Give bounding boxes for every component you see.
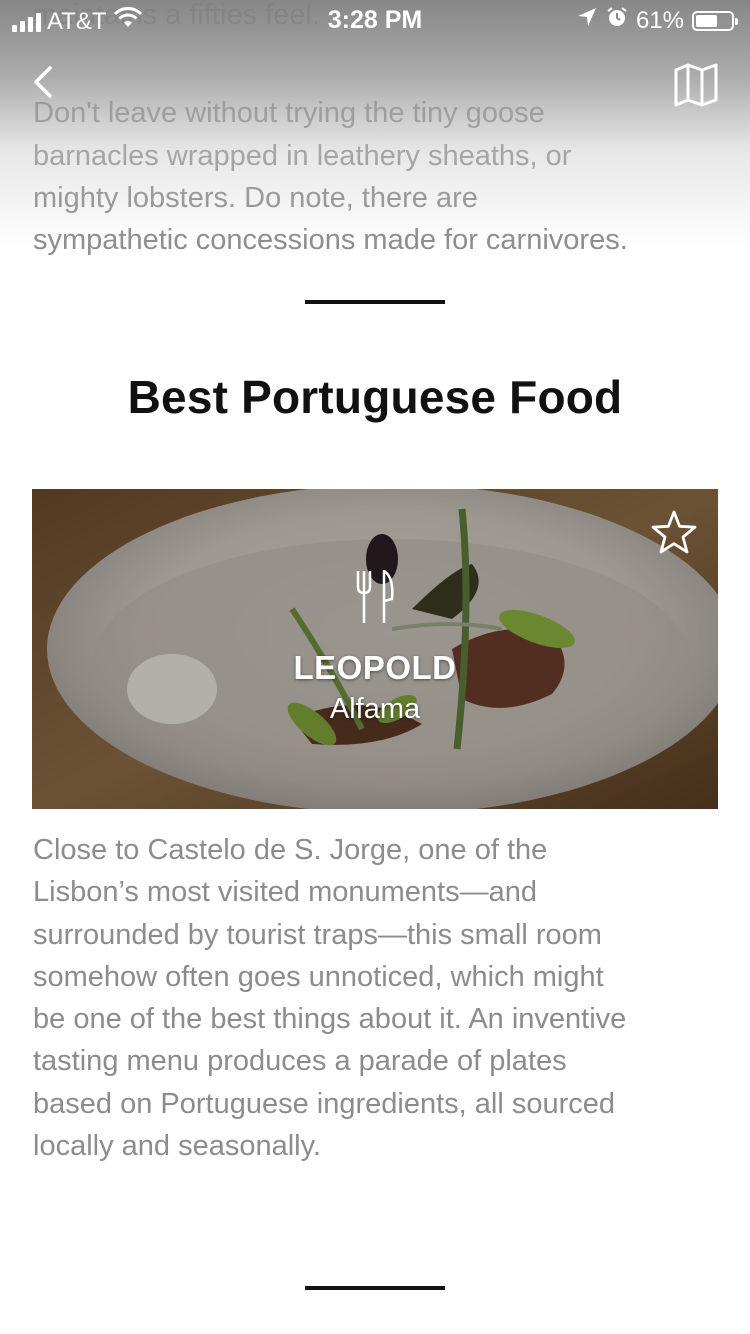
section-title: Best Portuguese Food — [127, 371, 623, 423]
map-icon — [674, 63, 718, 107]
restaurant-card[interactable]: LEOPOLD Alfama — [32, 489, 718, 809]
intro-line: Don't leave without trying the tiny goos… — [33, 97, 545, 130]
section-divider — [305, 1286, 445, 1290]
section-divider — [305, 300, 445, 304]
status-bar: AT&T 3:28 PM 61% — [0, 0, 750, 40]
description-line: Lisbon’s most visited monuments—and — [33, 876, 537, 909]
favorite-button[interactable] — [650, 509, 698, 557]
description-line: tasting menu produces a parade of plates — [33, 1045, 567, 1078]
intro-line: sympathetic concessions made for carnivo… — [33, 224, 628, 257]
description-line: somehow often goes unnoticed, which migh… — [33, 960, 604, 993]
description-line: surrounded by tourist traps—this small r… — [33, 918, 602, 951]
description-line: based on Portuguese ingredients, all sou… — [33, 1087, 615, 1120]
star-icon — [651, 510, 697, 554]
chevron-left-icon — [34, 66, 52, 98]
battery-icon — [692, 10, 738, 31]
map-button[interactable] — [672, 62, 720, 108]
description-line: be one of the best things about it. An i… — [33, 1003, 627, 1036]
restaurant-name: LEOPOLD — [293, 649, 457, 686]
back-button[interactable] — [26, 62, 62, 102]
description-line: Close to Castelo de S. Jorge, one of the — [33, 834, 548, 866]
location-arrow-icon — [576, 6, 598, 35]
description-line: locally and seasonally. — [33, 1130, 322, 1163]
alarm-icon — [606, 6, 628, 35]
restaurant-description: Close to Castelo de S. Jorge, one of the… — [33, 829, 723, 1167]
cutlery-icon — [356, 569, 394, 623]
status-right: 61% — [576, 6, 738, 35]
intro-line: barnacles wrapped in leathery sheaths, o… — [33, 139, 572, 172]
restaurant-area: Alfama — [329, 693, 421, 725]
battery-percent: 61% — [635, 6, 684, 34]
intro-line: mighty lobsters. Do note, there are — [33, 181, 478, 214]
